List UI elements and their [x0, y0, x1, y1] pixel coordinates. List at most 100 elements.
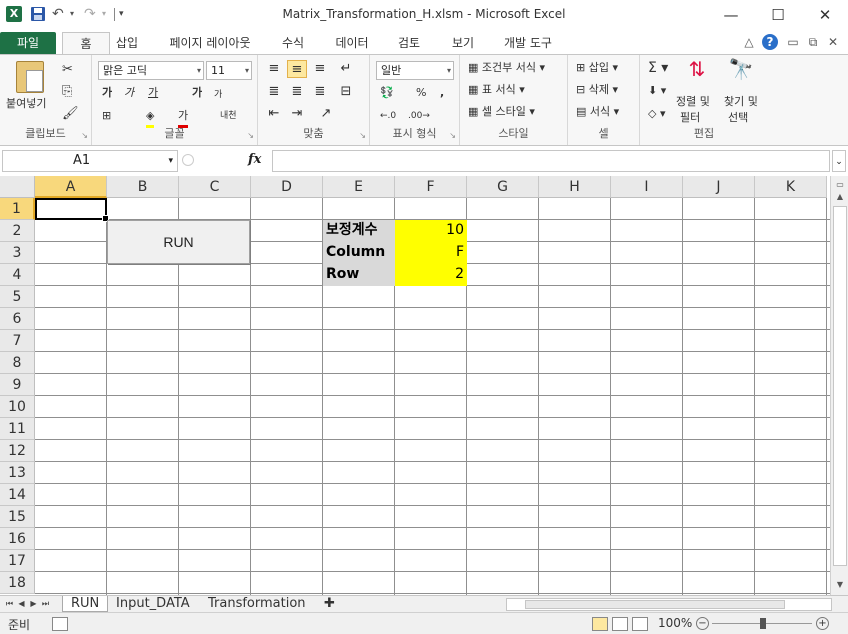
comma-style-button[interactable]: ,	[440, 84, 444, 102]
horizontal-scroll-thumb[interactable]	[525, 600, 785, 609]
font-launcher-icon[interactable]: ↘	[247, 131, 254, 140]
column-header-j[interactable]: J	[683, 176, 755, 198]
scroll-down-icon[interactable]: ▼	[833, 578, 847, 592]
borders-icon[interactable]: ⊞	[102, 107, 111, 125]
format-painter-icon[interactable]: 🖌	[62, 105, 79, 123]
decrease-indent-icon[interactable]: ⇤	[264, 105, 284, 123]
row-header-9[interactable]: 9	[0, 374, 35, 396]
row-header-6[interactable]: 6	[0, 308, 35, 330]
column-header-a[interactable]: A	[35, 176, 107, 198]
column-header-h[interactable]: H	[539, 176, 611, 198]
conditional-formatting-button[interactable]: ▦ 조건부 서식 ▾	[468, 59, 545, 77]
first-sheet-icon[interactable]: ⏮	[4, 597, 15, 611]
align-right-icon[interactable]: ≣	[310, 83, 330, 101]
prev-sheet-icon[interactable]: ◀	[16, 597, 27, 611]
tab-file[interactable]: 파일	[0, 32, 56, 54]
doc-minimize-icon[interactable]: ▭	[786, 34, 800, 50]
tab-formulas[interactable]: 수식	[276, 32, 310, 54]
row-header-13[interactable]: 13	[0, 462, 35, 484]
cell-E2[interactable]: 보정계수	[323, 220, 395, 242]
fill-icon[interactable]: ⬇ ▾	[648, 82, 666, 100]
wrap-text-icon[interactable]: ↵	[336, 60, 356, 78]
orientation-icon[interactable]: ↗	[316, 105, 336, 123]
tab-data[interactable]: 데이터	[330, 32, 374, 54]
grow-font-button[interactable]: 가	[192, 84, 202, 102]
align-middle-icon[interactable]: ≡	[287, 60, 307, 78]
cell-E4[interactable]: Row	[323, 264, 395, 286]
scroll-up-icon[interactable]: ▲	[833, 190, 847, 204]
formula-input[interactable]	[272, 150, 830, 172]
sheet-tab-run[interactable]: RUN	[62, 596, 109, 612]
macro-record-icon[interactable]	[52, 617, 68, 631]
italic-button[interactable]: 가	[124, 84, 134, 102]
column-header-k[interactable]: K	[755, 176, 827, 198]
last-sheet-icon[interactable]: ⏭	[40, 597, 51, 611]
row-header-4[interactable]: 4	[0, 264, 35, 286]
column-header-b[interactable]: B	[107, 176, 179, 198]
row-header-14[interactable]: 14	[0, 484, 35, 506]
vertical-scroll-thumb[interactable]	[833, 206, 847, 566]
insert-sheet-icon[interactable]: ✚	[316, 596, 343, 612]
page-break-view-icon[interactable]	[632, 617, 648, 631]
number-format-combo[interactable]: 일반 ▾	[376, 61, 454, 80]
select-all-corner[interactable]	[0, 176, 35, 198]
delete-cells-button[interactable]: ⊟ 삭제 ▾	[576, 81, 618, 99]
font-name-combo[interactable]: 맑은 고딕 ▾	[98, 61, 204, 80]
shrink-font-button[interactable]: 가	[214, 86, 222, 104]
row-header-11[interactable]: 11	[0, 418, 35, 440]
row-header-1[interactable]: 1	[0, 198, 35, 220]
cell-F2[interactable]: 10	[395, 220, 467, 242]
clear-icon[interactable]: ◇ ▾	[648, 105, 665, 123]
close-button[interactable]: ✕	[802, 0, 848, 30]
align-center-icon[interactable]: ≣	[287, 83, 307, 101]
zoom-slider-knob[interactable]	[760, 618, 766, 629]
cut-icon[interactable]: ✂	[62, 61, 73, 79]
format-as-table-button[interactable]: ▦ 표 서식 ▾	[468, 81, 525, 99]
align-left-icon[interactable]: ≣	[264, 83, 284, 101]
tab-insert[interactable]: 삽입	[110, 32, 144, 54]
autosum-button[interactable]: Σ ▾	[648, 59, 668, 77]
tab-page-layout[interactable]: 페이지 레이아웃	[162, 32, 258, 54]
normal-view-icon[interactable]	[592, 617, 608, 631]
bold-button[interactable]: 가	[102, 84, 112, 102]
row-header-16[interactable]: 16	[0, 528, 35, 550]
align-top-icon[interactable]: ≡	[264, 60, 284, 78]
next-sheet-icon[interactable]: ▶	[28, 597, 39, 611]
help-icon[interactable]: ?	[762, 34, 778, 50]
column-header-f[interactable]: F	[395, 176, 467, 198]
horizontal-scrollbar[interactable]	[506, 598, 832, 611]
accounting-format-icon[interactable]: 💱	[380, 84, 394, 102]
name-box[interactable]: A1 ▾	[2, 150, 178, 172]
cell-F3[interactable]: F	[395, 242, 467, 264]
align-bottom-icon[interactable]: ≡	[310, 60, 330, 78]
doc-restore-icon[interactable]: ⧉	[806, 34, 820, 50]
cell-styles-button[interactable]: ▦ 셀 스타일 ▾	[468, 103, 535, 121]
page-layout-view-icon[interactable]	[612, 617, 628, 631]
ribbon-minimize-caret-icon[interactable]: △	[742, 34, 756, 50]
zoom-out-button[interactable]: −	[696, 617, 709, 630]
row-header-7[interactable]: 7	[0, 330, 35, 352]
row-header-17[interactable]: 17	[0, 550, 35, 572]
row-header-15[interactable]: 15	[0, 506, 35, 528]
column-header-d[interactable]: D	[251, 176, 323, 198]
number-launcher-icon[interactable]: ↘	[449, 131, 456, 140]
cell-F4[interactable]: 2	[395, 264, 467, 286]
column-header-c[interactable]: C	[179, 176, 251, 198]
percent-style-button[interactable]: %	[416, 84, 426, 102]
row-header-8[interactable]: 8	[0, 352, 35, 374]
insert-function-icon[interactable]: fx	[248, 152, 261, 167]
tab-view[interactable]: 보기	[446, 32, 480, 54]
vertical-scrollbar[interactable]: ▭ ▲ ▼	[830, 176, 848, 595]
copy-icon[interactable]: ⎘	[62, 83, 72, 101]
zoom-level[interactable]: 100%	[658, 616, 692, 630]
font-size-combo[interactable]: 11 ▾	[206, 61, 252, 80]
zoom-slider[interactable]	[712, 618, 812, 629]
clipboard-launcher-icon[interactable]: ↘	[81, 131, 88, 140]
expand-formula-bar-icon[interactable]: ⌄	[832, 150, 846, 172]
row-header-3[interactable]: 3	[0, 242, 35, 264]
minimize-button[interactable]: —	[708, 0, 754, 30]
format-cells-button[interactable]: ▤ 서식 ▾	[576, 103, 619, 121]
sort-filter-icon[interactable]: ⇅	[680, 57, 714, 81]
column-header-e[interactable]: E	[323, 176, 395, 198]
row-header-5[interactable]: 5	[0, 286, 35, 308]
